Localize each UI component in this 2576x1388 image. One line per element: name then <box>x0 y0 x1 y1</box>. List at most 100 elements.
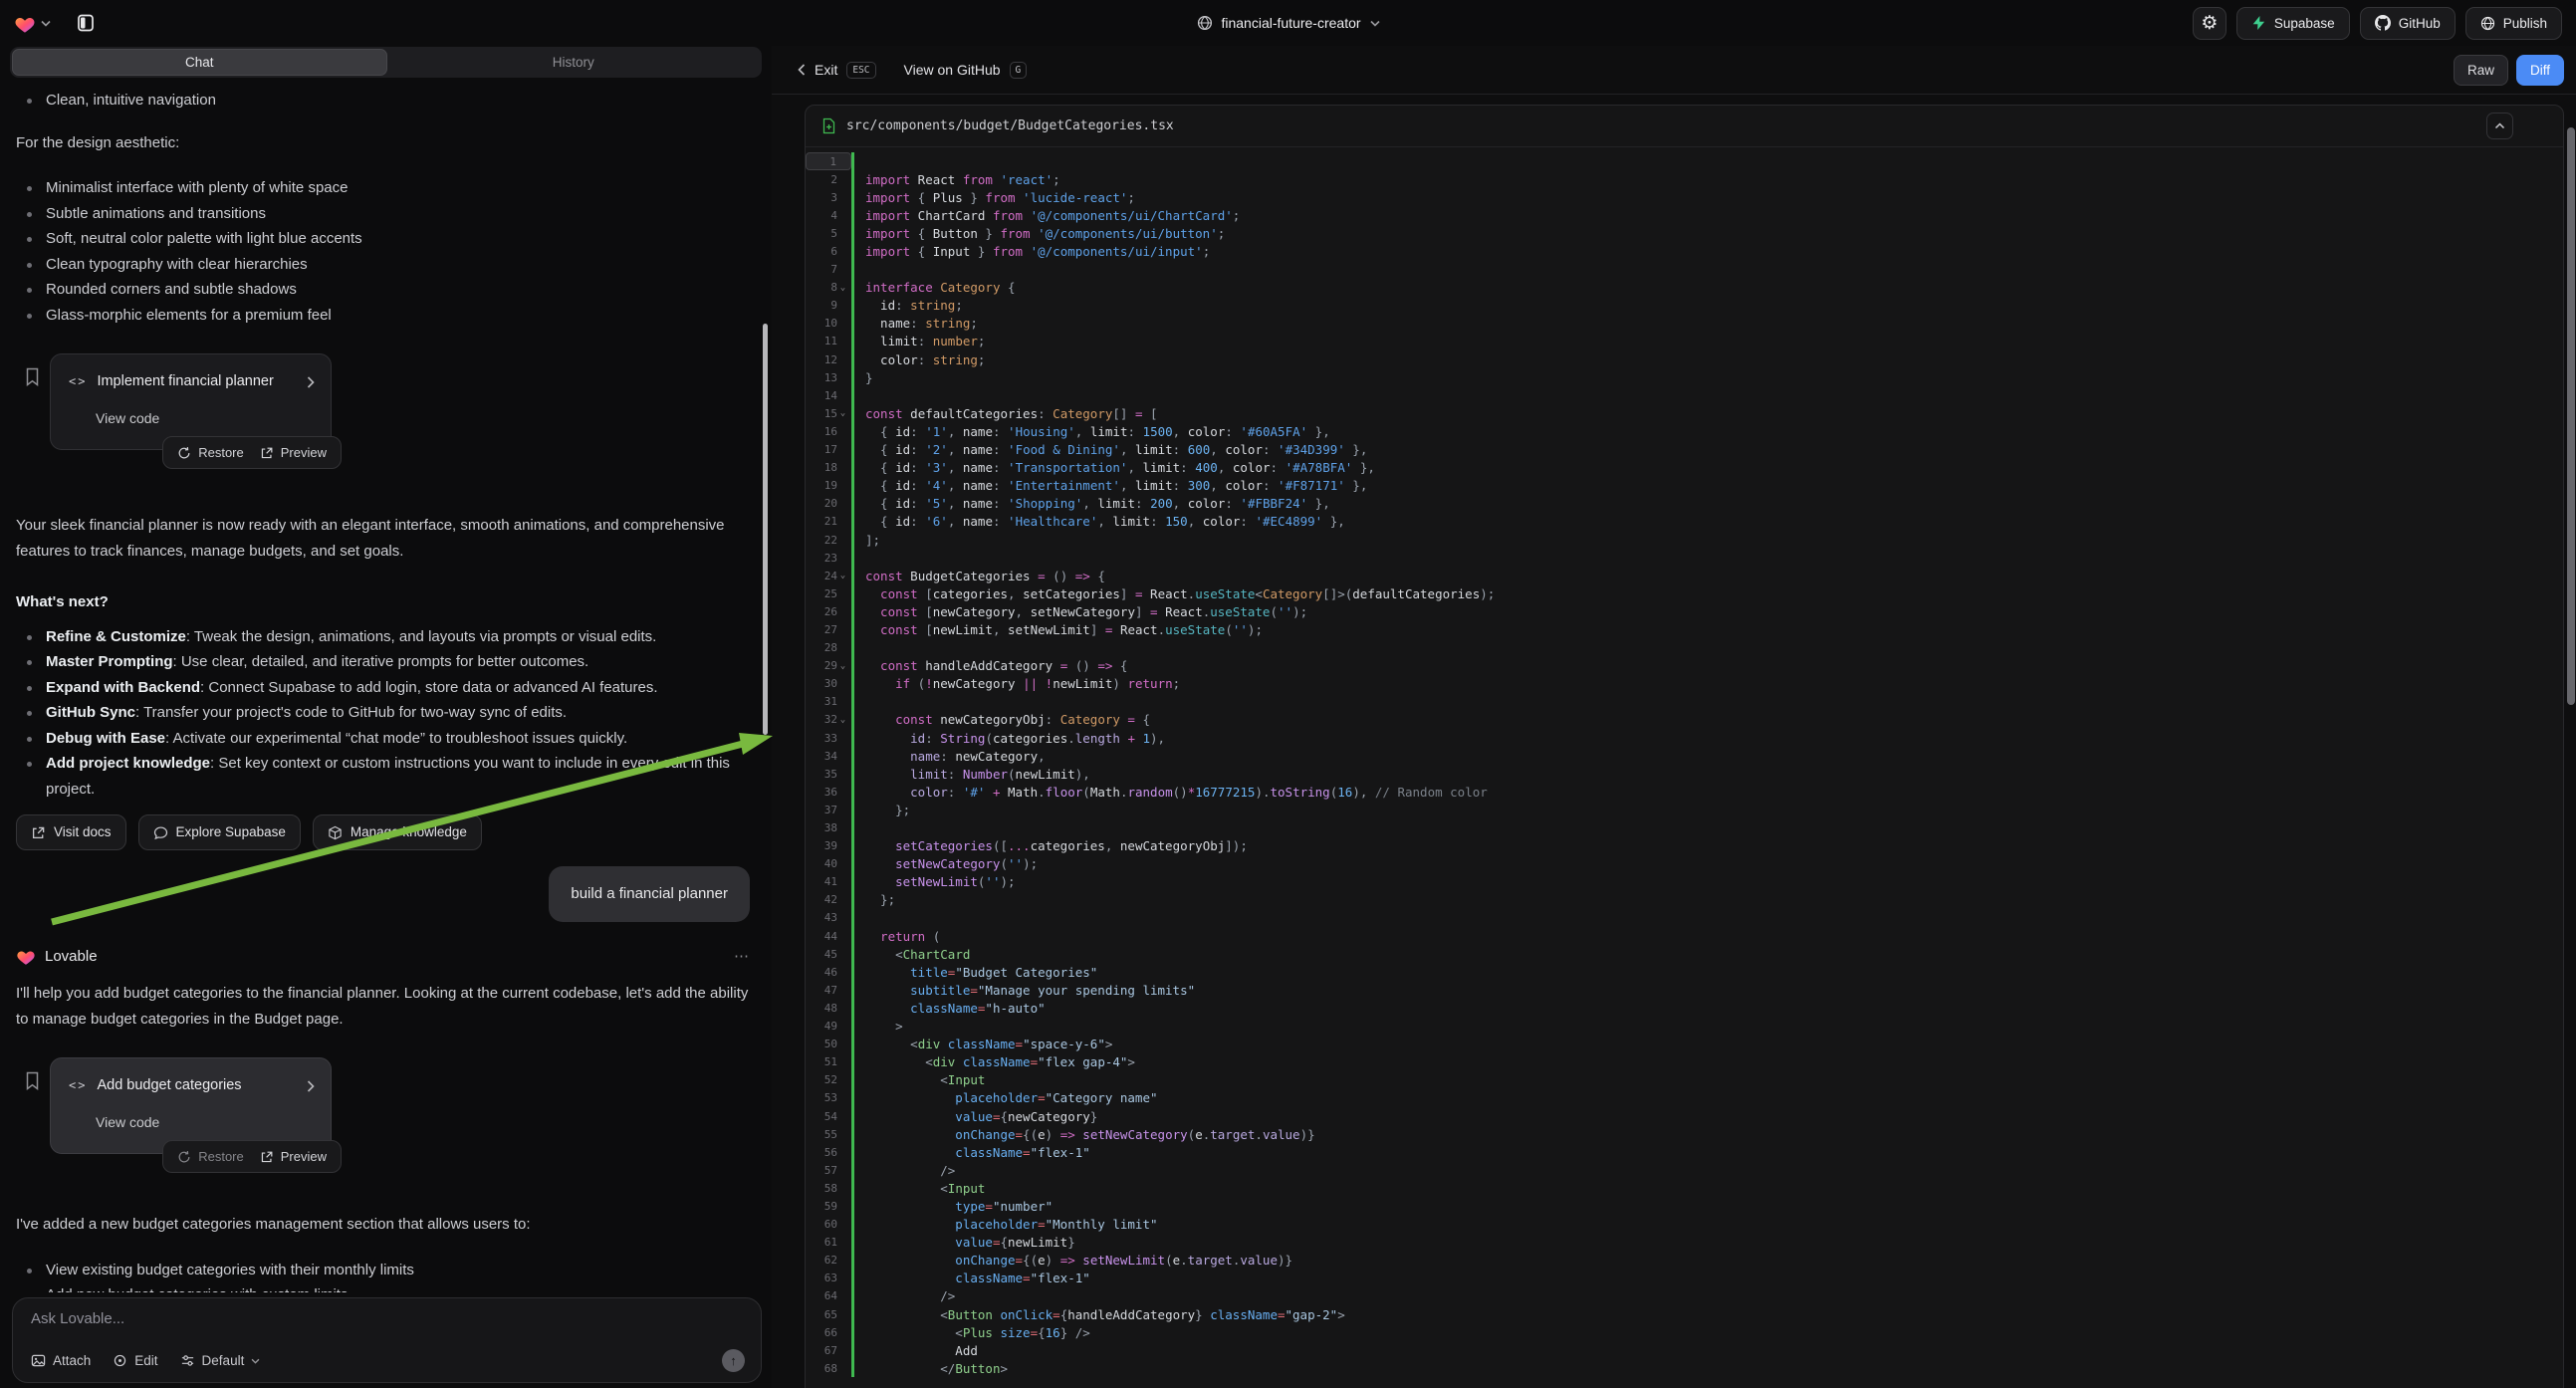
code-line: 7 <box>806 261 2563 279</box>
code-editor[interactable]: 12import React from 'react';3import { Pl… <box>806 147 2563 1377</box>
code-line: 68 </Button> <box>806 1359 2563 1377</box>
chat-paragraph: I'll help you add budget categories to t… <box>16 981 750 1032</box>
bookmark-button[interactable] <box>25 1071 40 1090</box>
view-code-link[interactable]: View code <box>69 406 315 432</box>
version-card[interactable]: <>Implement financial plannerView codeRe… <box>50 353 332 450</box>
send-button[interactable]: ↑ <box>722 1349 745 1372</box>
toggle-sidebar-button[interactable] <box>69 6 103 40</box>
attach-button[interactable]: Attach <box>31 1353 91 1368</box>
line-number: 41 <box>812 875 837 888</box>
view-on-github-link[interactable]: View on GitHub <box>904 62 1001 78</box>
code-line: 66 <Plus size={16} /> <box>806 1323 2563 1341</box>
tab-chat[interactable]: Chat <box>12 49 387 76</box>
code-file-card: src/components/budget/BudgetCategories.t… <box>805 105 2564 1388</box>
code-line: 3import { Plus } from 'lucide-react'; <box>806 188 2563 206</box>
chevron-right-icon <box>307 376 315 388</box>
line-number: 43 <box>812 911 837 924</box>
diff-added-gutter <box>851 693 854 711</box>
restore-button[interactable]: Restore <box>177 440 244 466</box>
code-line: 5import { Button } from '@/components/ui… <box>806 224 2563 242</box>
chat-bullet: Expand with Backend: Connect Supabase to… <box>16 675 750 701</box>
version-card-wrap: <>Add budget categoriesView codeRestoreP… <box>50 1057 332 1154</box>
line-number: 32 <box>812 713 837 726</box>
code-line: 46 title="Budget Categories" <box>806 963 2563 981</box>
agent-name: Lovable <box>45 944 98 970</box>
g-shortcut-badge: G <box>1010 62 1028 79</box>
restore-icon <box>177 446 191 460</box>
gear-icon: ⚙ <box>2201 14 2218 33</box>
view-code-link[interactable]: View code <box>69 1110 315 1136</box>
chevron-down-icon <box>1370 20 1380 27</box>
github-button[interactable]: GitHub <box>2360 7 2456 40</box>
chat-bullet: Add project knowledge: Set key context o… <box>16 751 750 802</box>
chat-bullet: Minimalist interface with plenty of whit… <box>16 175 750 201</box>
tab-history[interactable]: History <box>387 49 761 76</box>
manage-knowledge-button[interactable]: Manage knowledge <box>313 814 482 850</box>
code-line: 19 { id: '4', name: 'Entertainment', lim… <box>806 477 2563 495</box>
chat-scrollbar[interactable] <box>763 324 768 735</box>
raw-toggle-button[interactable]: Raw <box>2454 55 2508 86</box>
line-number: 63 <box>812 1272 837 1284</box>
code-line: 38 <box>806 818 2563 836</box>
code-line: 26 const [newCategory, setNewCategory] =… <box>806 602 2563 620</box>
code-line: 43 <box>806 909 2563 927</box>
preview-button[interactable]: Preview <box>260 440 327 466</box>
code-line: 34 name: newCategory, <box>806 747 2563 765</box>
diff-added-gutter <box>851 386 854 404</box>
code-line: 53 placeholder="Category name" <box>806 1089 2563 1107</box>
line-number: 62 <box>812 1254 837 1267</box>
target-icon <box>113 1353 127 1368</box>
chat-input[interactable] <box>31 1310 745 1336</box>
file-bar: src/components/budget/BudgetCategories.t… <box>806 106 2563 147</box>
code-line: 33 id: String(categories.length + 1), <box>806 729 2563 747</box>
diff-toggle-button[interactable]: Diff <box>2516 55 2564 86</box>
line-number: 53 <box>812 1091 837 1104</box>
fold-chevron-icon[interactable]: ⌄ <box>837 283 848 293</box>
line-number: 51 <box>812 1055 837 1068</box>
code-line: 22]; <box>806 531 2563 549</box>
line-number: 25 <box>812 587 837 600</box>
exit-button[interactable]: Exit <box>815 62 837 78</box>
code-line: 63 className="flex-1" <box>806 1270 2563 1287</box>
bookmark-button[interactable] <box>25 367 40 386</box>
version-card-title: Add budget categories <box>97 1073 297 1099</box>
lovable-logo-menu[interactable] <box>14 13 51 34</box>
message-menu-button[interactable]: ⋯ <box>734 944 750 970</box>
code-icon: <> <box>69 1073 87 1099</box>
preview-button[interactable]: Preview <box>260 1144 327 1170</box>
user-message-bubble: build a financial planner <box>549 866 750 922</box>
chat-bullet: Soft, neutral color palette with light b… <box>16 226 750 252</box>
globe-icon <box>1196 15 1212 31</box>
code-line: 17 { id: '2', name: 'Food & Dining', lim… <box>806 441 2563 459</box>
chevron-up-icon <box>2494 122 2505 129</box>
window-scrollbar[interactable] <box>2567 127 2575 705</box>
code-line: 45 <ChartCard <box>806 945 2563 963</box>
line-number: 8 <box>812 281 837 294</box>
collapse-file-button[interactable] <box>2486 113 2513 139</box>
line-number: 12 <box>812 353 837 366</box>
mode-selector[interactable]: Default <box>180 1353 261 1368</box>
code-line: 62 onChange={(e) => setNewLimit(e.target… <box>806 1252 2563 1270</box>
settings-button[interactable]: ⚙ <box>2193 7 2226 40</box>
github-icon <box>2375 15 2391 31</box>
explore-supabase-button[interactable]: Explore Supabase <box>138 814 301 850</box>
globe-icon <box>2480 16 2495 31</box>
fold-chevron-icon[interactable]: ⌄ <box>837 571 848 580</box>
edit-button[interactable]: Edit <box>113 1353 157 1368</box>
line-number: 33 <box>812 732 837 745</box>
version-card[interactable]: <>Add budget categoriesView codeRestoreP… <box>50 1057 332 1154</box>
publish-button[interactable]: Publish <box>2465 7 2562 40</box>
fold-chevron-icon[interactable]: ⌄ <box>837 715 848 725</box>
supabase-button[interactable]: Supabase <box>2236 7 2350 40</box>
visit-docs-button[interactable]: Visit docs <box>16 814 126 850</box>
restore-button[interactable]: Restore <box>177 1144 244 1170</box>
line-number: 49 <box>812 1020 837 1033</box>
fold-chevron-icon[interactable]: ⌄ <box>837 408 848 418</box>
project-switcher[interactable]: financial-future-creator <box>1196 15 1379 31</box>
fold-chevron-icon[interactable]: ⌄ <box>837 661 848 671</box>
line-number: 1 <box>811 155 836 168</box>
code-viewer-panel: Exit ESC View on GitHub G Raw Diff src/c… <box>772 46 2576 1388</box>
chat-bold-list: Refine & Customize: Tweak the design, an… <box>16 624 750 803</box>
code-line: 57 /> <box>806 1161 2563 1179</box>
code-line: 10 name: string; <box>806 315 2563 333</box>
